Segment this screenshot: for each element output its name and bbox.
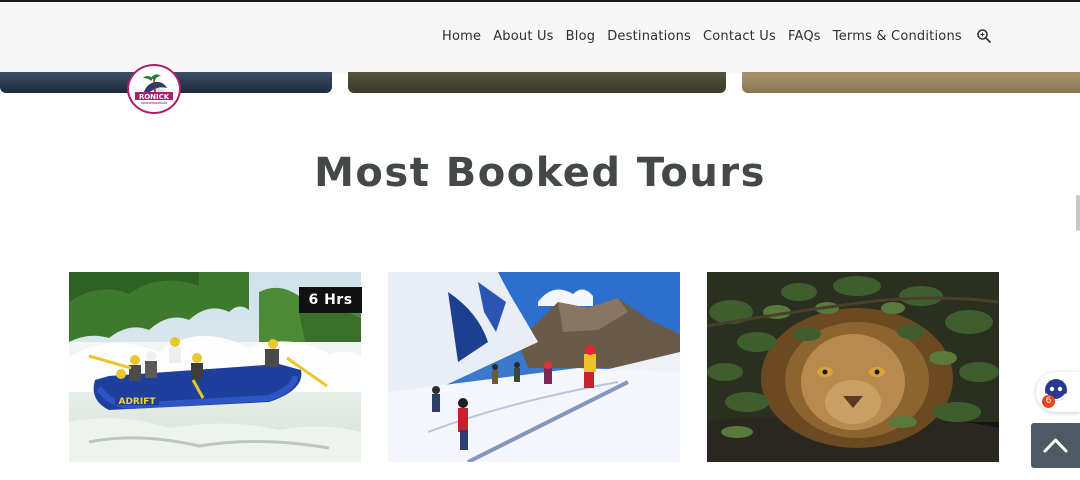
chevron-up-icon bbox=[1043, 438, 1068, 453]
nav-blog[interactable]: Blog bbox=[566, 29, 596, 44]
raft-label: ADRIFT bbox=[118, 397, 156, 407]
main-nav: Home About Us Blog Destinations Contact … bbox=[442, 28, 992, 44]
nav-contact-us[interactable]: Contact Us bbox=[703, 29, 776, 44]
svg-text:RONICK: RONICK bbox=[139, 93, 170, 101]
duration-badge: 6 Hrs bbox=[299, 287, 362, 313]
tour-card-image[interactable] bbox=[707, 272, 999, 462]
chat-widget-button[interactable] bbox=[1036, 372, 1080, 412]
tour-card-image[interactable] bbox=[388, 272, 680, 462]
site-header: Home About Us Blog Destinations Contact … bbox=[0, 0, 1080, 72]
section-title: Most Booked Tours bbox=[314, 150, 766, 196]
nav-faqs[interactable]: FAQs bbox=[788, 29, 821, 44]
chat-notification-badge: 6 bbox=[1042, 395, 1055, 408]
nav-home[interactable]: Home bbox=[442, 29, 481, 44]
page: Home About Us Blog Destinations Contact … bbox=[0, 0, 1080, 480]
nav-destinations[interactable]: Destinations bbox=[607, 29, 691, 44]
back-to-top-button[interactable] bbox=[1031, 423, 1080, 468]
nav-about-us[interactable]: About Us bbox=[493, 29, 553, 44]
chat-bot-icon bbox=[1045, 379, 1067, 401]
page-scrollbar[interactable] bbox=[1076, 195, 1080, 231]
nav-terms-conditions[interactable]: Terms & Conditions bbox=[833, 29, 962, 44]
search-icon[interactable] bbox=[976, 28, 992, 44]
site-logo[interactable]: RONICK bbox=[127, 64, 181, 114]
